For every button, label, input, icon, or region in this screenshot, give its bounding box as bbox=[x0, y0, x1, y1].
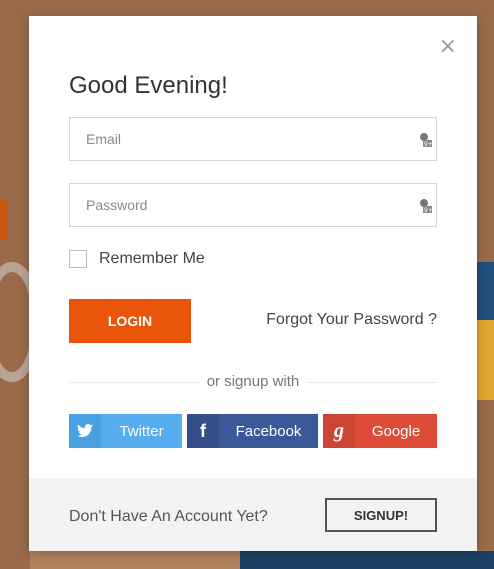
no-account-text: Don't Have An Account Yet? bbox=[69, 508, 268, 525]
close-icon[interactable]: × bbox=[439, 36, 457, 58]
modal-footer: Don't Have An Account Yet? SIGNUP! bbox=[29, 478, 477, 551]
google-icon: g bbox=[323, 414, 355, 448]
svg-text:9+: 9+ bbox=[424, 141, 432, 148]
forgot-password-link[interactable]: Forgot Your Password ? bbox=[266, 311, 437, 329]
background-strip-blue bbox=[240, 551, 494, 569]
login-button[interactable]: LOGIN bbox=[69, 299, 191, 343]
login-modal: × Good Evening! 9+ 9+ Remember Me LOGIN … bbox=[29, 16, 477, 551]
background-accent bbox=[0, 200, 8, 240]
remember-me[interactable]: Remember Me bbox=[69, 250, 205, 268]
password-input[interactable] bbox=[70, 184, 416, 226]
password-field[interactable]: 9+ bbox=[69, 183, 437, 227]
google-label: Google bbox=[371, 422, 421, 440]
password-manager-icon[interactable]: 9+ bbox=[418, 198, 432, 214]
divider-label: or signup with bbox=[29, 373, 477, 390]
email-field[interactable]: 9+ bbox=[69, 117, 437, 161]
background-decoration bbox=[476, 320, 494, 400]
svg-text:9+: 9+ bbox=[424, 207, 432, 214]
password-manager-icon[interactable]: 9+ bbox=[418, 132, 432, 148]
twitter-icon bbox=[69, 414, 101, 448]
signup-button[interactable]: SIGNUP! bbox=[325, 498, 437, 532]
facebook-button[interactable]: f Facebook bbox=[187, 414, 318, 448]
remember-me-checkbox[interactable] bbox=[69, 250, 87, 268]
google-button[interactable]: g Google bbox=[323, 414, 437, 448]
remember-me-label[interactable]: Remember Me bbox=[99, 250, 205, 268]
twitter-label: Twitter bbox=[119, 422, 164, 440]
facebook-icon: f bbox=[187, 414, 219, 448]
modal-title: Good Evening! bbox=[69, 72, 228, 99]
facebook-label: Facebook bbox=[235, 422, 302, 440]
twitter-button[interactable]: Twitter bbox=[69, 414, 182, 448]
email-input[interactable] bbox=[70, 118, 416, 160]
